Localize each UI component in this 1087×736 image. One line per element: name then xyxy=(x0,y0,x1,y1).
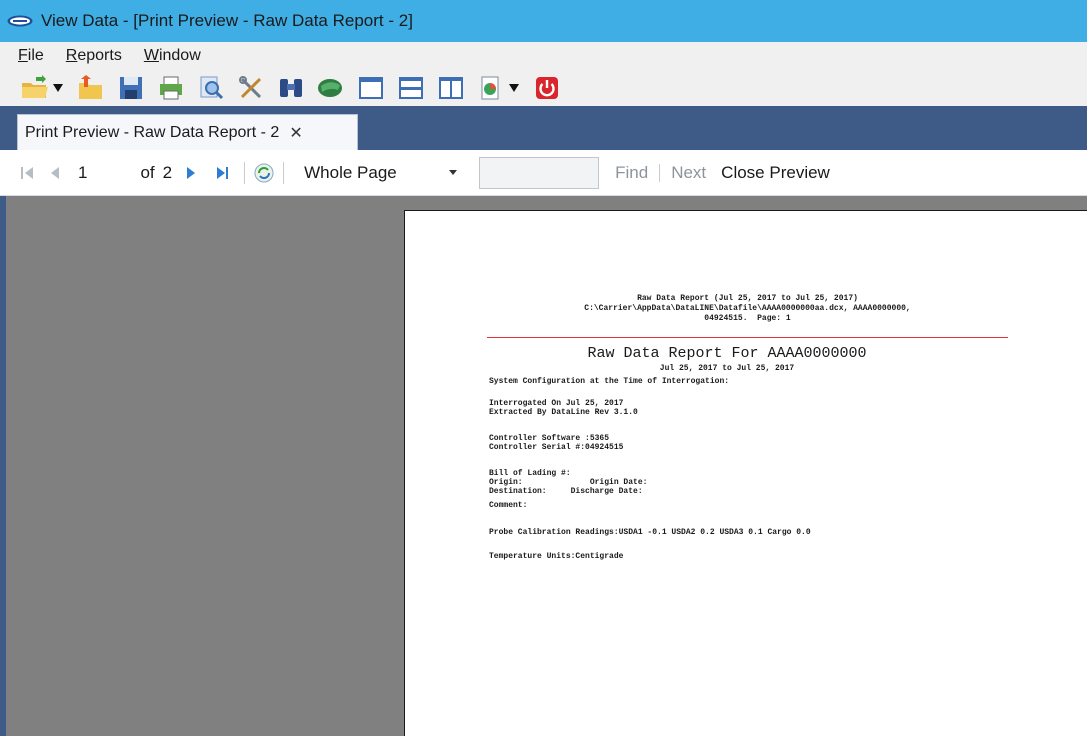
interrogated-line: Interrogated On Jul 25, 2017 xyxy=(489,399,624,408)
export-icon[interactable] xyxy=(474,71,508,105)
first-page-icon[interactable] xyxy=(18,158,36,188)
document-tab-strip: Print Preview - Raw Data Report - 2 ✕ xyxy=(0,106,1087,150)
separator xyxy=(283,161,285,184)
menu-reports[interactable]: Reports xyxy=(66,47,122,65)
preview-background-top xyxy=(404,196,1087,210)
split-horizontal-icon[interactable] xyxy=(394,71,428,105)
carrier-logo-icon xyxy=(5,14,35,28)
title-bar: View Data - [Print Preview - Raw Data Re… xyxy=(0,0,1087,42)
bill-of-lading-line: Bill of Lading #: xyxy=(489,469,571,478)
destination-line: Destination: Discharge Date: xyxy=(489,487,643,496)
next-button[interactable]: Next xyxy=(671,163,706,183)
probe-calibration-line: Probe Calibration Readings:USDA1 -0.1 US… xyxy=(489,528,811,537)
header-rule xyxy=(487,337,1008,338)
tab-close-icon[interactable]: ✕ xyxy=(289,123,302,143)
controller-serial-line: Controller Serial #:04924515 xyxy=(489,443,624,452)
preview-background xyxy=(0,196,404,736)
split-vertical-icon[interactable] xyxy=(434,71,468,105)
zoom-dropdown-arrow-icon[interactable] xyxy=(448,158,458,188)
current-page-number[interactable]: 1 xyxy=(78,163,87,183)
menu-file[interactable]: File xyxy=(18,47,44,65)
export-dropdown-arrow-icon[interactable] xyxy=(508,71,520,105)
binoculars-icon[interactable] xyxy=(274,71,308,105)
open-dropdown-arrow-icon[interactable] xyxy=(52,71,64,105)
temperature-units-line: Temperature Units:Centigrade xyxy=(489,552,624,561)
close-preview-button[interactable]: Close Preview xyxy=(721,163,830,183)
zoom-icon[interactable] xyxy=(194,71,228,105)
import-folder-icon[interactable] xyxy=(74,71,108,105)
comment-line: Comment: xyxy=(489,501,528,510)
print-preview-toolbar: 1 of 2 Whole Page Find Next Close Previe… xyxy=(0,150,1087,196)
menu-window[interactable]: Window xyxy=(144,47,201,65)
left-frame-border xyxy=(0,196,6,736)
report-date-range: Jul 25, 2017 to Jul 25, 2017 xyxy=(659,364,795,373)
tab-label: Print Preview - Raw Data Report - 2 xyxy=(25,123,280,141)
main-toolbar xyxy=(0,70,1087,106)
print-icon[interactable] xyxy=(154,71,188,105)
extracted-line: Extracted By DataLine Rev 3.1.0 xyxy=(489,408,638,417)
power-icon[interactable] xyxy=(530,71,564,105)
report-header-line-3: 04924515. Page: 1 xyxy=(704,314,791,323)
find-button[interactable]: Find xyxy=(615,163,648,183)
tab-print-preview[interactable]: Print Preview - Raw Data Report - 2 ✕ xyxy=(17,114,358,150)
zoom-select[interactable]: Whole Page xyxy=(304,163,444,183)
open-folder-icon[interactable] xyxy=(18,71,52,105)
save-icon[interactable] xyxy=(114,71,148,105)
of-label: of xyxy=(140,162,155,182)
system-config-heading: System Configuration at the Time of Inte… xyxy=(489,377,730,386)
origin-line: Origin: Origin Date: xyxy=(489,478,648,487)
window-title: View Data - [Print Preview - Raw Data Re… xyxy=(41,11,413,30)
window-icon[interactable] xyxy=(354,71,388,105)
report-header-line-2: C:\Carrier\AppData\DataLINE\Datafile\AAA… xyxy=(584,304,911,313)
controller-software-line: Controller Software :5365 xyxy=(489,434,610,443)
separator xyxy=(244,161,246,184)
previous-page-icon[interactable] xyxy=(46,158,64,188)
last-page-icon[interactable] xyxy=(214,158,232,188)
tools-icon[interactable] xyxy=(234,71,268,105)
total-pages: 2 xyxy=(162,162,173,182)
find-input[interactable] xyxy=(479,156,600,189)
refresh-icon[interactable] xyxy=(253,158,275,188)
report-header-line-1: Raw Data Report (Jul 25, 2017 to Jul 25,… xyxy=(637,294,858,303)
separator xyxy=(659,163,661,182)
report-title: Raw Data Report For AAAA0000000 xyxy=(587,345,867,362)
globe-icon[interactable] xyxy=(314,71,348,105)
menu-bar: File Reports Window xyxy=(0,42,1087,70)
next-page-icon[interactable] xyxy=(182,158,200,188)
